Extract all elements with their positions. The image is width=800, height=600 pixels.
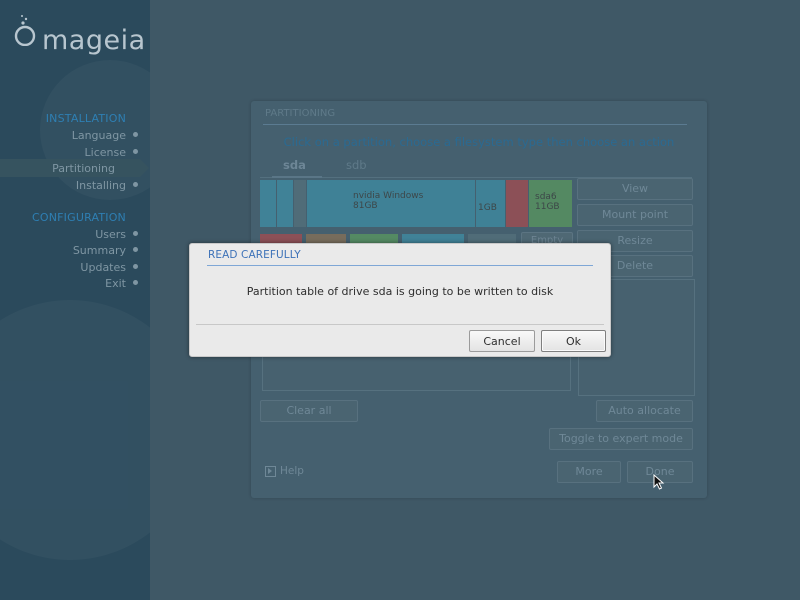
partition-label: sda6 11GB: [535, 192, 560, 212]
sidebar-bullet: [133, 264, 138, 269]
partition-segment[interactable]: [260, 180, 276, 227]
dialog-message: Partition table of drive sda is going to…: [246, 285, 554, 298]
dialog-title-underline: [207, 265, 593, 266]
sidebar-item-installing: Installing: [75, 179, 126, 192]
partition-bar: nvidia Windows 81GB 1GB sda6 11GB: [260, 180, 572, 227]
sidebar-item-updates: Updates: [80, 261, 126, 274]
mageia-cauldron-icon: [14, 15, 36, 46]
sidebar-item-users: Users: [95, 228, 126, 241]
instruction-text: Click on a partition, choose a filesyste…: [283, 135, 675, 149]
partition-segment[interactable]: 1GB: [476, 180, 505, 227]
partition-segment-windows[interactable]: nvidia Windows 81GB: [307, 180, 475, 227]
sidebar-item-summary: Summary: [72, 244, 126, 257]
partition-label: nvidia Windows 81GB: [353, 191, 424, 211]
sidebar-section-installation: INSTALLATION: [45, 112, 126, 125]
expand-triangle-icon: [265, 465, 276, 477]
cancel-button[interactable]: Cancel: [469, 330, 535, 352]
ok-button[interactable]: Ok: [541, 330, 606, 352]
sidebar-bullet: [133, 231, 138, 236]
sidebar-bullet: [133, 149, 138, 154]
auto-allocate-button[interactable]: Auto allocate: [596, 400, 693, 422]
sidebar-active-arrow: [140, 159, 149, 177]
tab-sda[interactable]: sda: [283, 158, 306, 172]
sidebar-bullet: [133, 280, 138, 285]
partition-segment[interactable]: [506, 180, 528, 227]
drive-tabs: sda sdb: [260, 155, 692, 178]
title-underline: [263, 124, 687, 125]
sidebar-item-language: Language: [71, 129, 126, 142]
sidebar: mageia INSTALLATION Language License Par…: [0, 0, 150, 600]
sidebar-decoration: [0, 300, 150, 560]
view-button[interactable]: View: [577, 178, 693, 200]
active-tab-indicator: [272, 176, 322, 178]
help-label: Help: [280, 465, 304, 477]
partition-segment[interactable]: [277, 180, 293, 227]
sidebar-bullet: [133, 247, 138, 252]
partition-segment-sda6[interactable]: sda6 11GB: [529, 180, 572, 227]
mount-point-button[interactable]: Mount point: [577, 204, 693, 226]
sidebar-section-configuration: CONFIGURATION: [31, 211, 126, 224]
mageia-logo: mageia: [12, 15, 146, 62]
dialog-title: READ CAREFULLY: [208, 249, 301, 261]
toggle-expert-mode-button[interactable]: Toggle to expert mode: [549, 428, 693, 450]
sidebar-bullet: [133, 182, 138, 187]
sidebar-item-license: License: [84, 146, 126, 159]
help-toggle[interactable]: Help: [265, 465, 304, 477]
partition-label: 1GB: [478, 203, 497, 213]
window-title: PARTITIONING: [265, 108, 336, 119]
dialog-separator: [196, 324, 604, 325]
logo-text: mageia: [42, 25, 146, 56]
mouse-pointer-icon: [653, 474, 665, 490]
clear-all-button[interactable]: Clear all: [260, 400, 358, 422]
sidebar-bullet: [133, 132, 138, 137]
sidebar-item-partitioning: Partitioning: [52, 162, 115, 175]
more-button[interactable]: More: [557, 461, 621, 483]
sidebar-item-exit: Exit: [105, 277, 126, 290]
read-carefully-dialog: READ CAREFULLY Partition table of drive …: [189, 243, 611, 357]
tab-sdb[interactable]: sdb: [346, 158, 367, 172]
partition-segment[interactable]: [294, 180, 306, 227]
